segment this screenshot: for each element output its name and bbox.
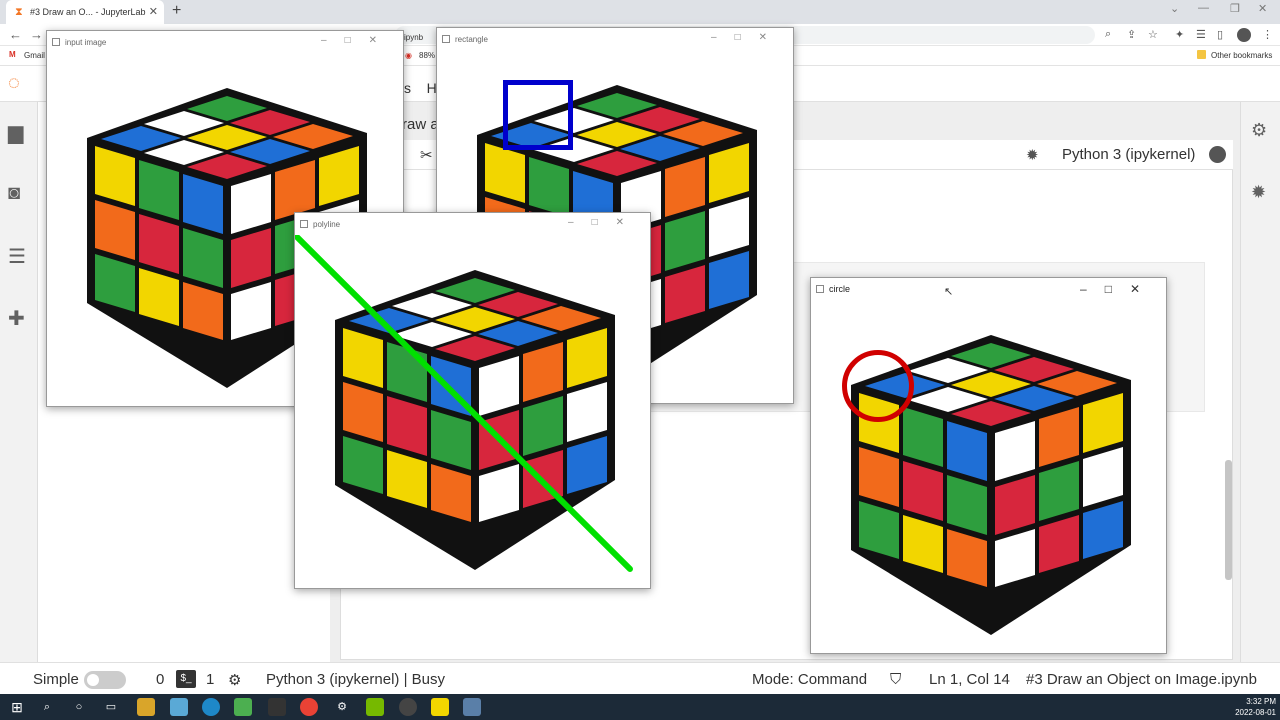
cortana-icon[interactable]: ○ <box>70 698 88 716</box>
browser-tab-title: #3 Draw an O... - JupyterLab <box>30 7 146 17</box>
circle-window[interactable]: circle –□✕ <box>810 277 1167 654</box>
clock-time: 3:32 PM <box>1246 697 1276 706</box>
windows-taskbar <box>0 694 1280 720</box>
windows-start-icon[interactable]: ⊞ <box>8 698 26 716</box>
drawn-polyline <box>295 235 633 572</box>
menu-peek: s H <box>404 80 437 96</box>
settings-icon[interactable]: ⚙ <box>333 698 351 716</box>
browser-tab[interactable]: ⧗ #3 Draw an O... - JupyterLab ✕ <box>6 0 164 24</box>
right-sidebar: ⚙ ✹ <box>1240 102 1280 662</box>
image-canvas <box>811 300 1166 653</box>
jupyter-logo: ◌ <box>8 72 20 94</box>
nvidia-icon[interactable] <box>366 698 384 716</box>
running-icon[interactable]: ◙ <box>8 182 20 205</box>
cursor-position[interactable]: Ln 1, Col 14 <box>929 671 1010 688</box>
sidepanel-icon[interactable]: ▯ <box>1217 28 1223 41</box>
debugger-icon[interactable]: ✹ <box>1251 182 1266 203</box>
window-controls[interactable]: –□✕ <box>711 32 785 43</box>
bookmark-gmail[interactable]: Gmail <box>24 51 45 60</box>
task-view-icon[interactable]: ▭ <box>102 698 120 716</box>
toc-icon[interactable]: ☰ <box>8 244 26 269</box>
folder-icon[interactable]: ▆ <box>8 120 23 145</box>
window-icon <box>300 220 308 228</box>
window-title: rectangle <box>455 34 488 44</box>
notebook-filename: #3 Draw an Object on Image.ipynb <box>1026 671 1257 688</box>
clock-date: 2022-08-01 <box>1235 708 1276 717</box>
obs-icon[interactable] <box>399 698 417 716</box>
bug-icon[interactable]: ✹ <box>1026 146 1039 164</box>
kernel-status-icon <box>1209 146 1226 163</box>
gmail-icon: M <box>9 50 16 59</box>
peek-zoom: 88% <box>419 51 436 60</box>
window-icon <box>52 38 60 46</box>
browser-tab-strip <box>0 0 1280 24</box>
window-title: polyline <box>313 219 341 229</box>
star-icon[interactable]: ☆ <box>1148 28 1158 41</box>
window-titlebar[interactable]: polyline –□✕ <box>295 213 650 235</box>
drawn-rectangle <box>503 80 573 150</box>
python-window-icon[interactable] <box>463 698 481 716</box>
profile-avatar[interactable] <box>1237 28 1251 42</box>
restore-icon[interactable]: ❐ <box>1230 2 1240 15</box>
close-window-icon[interactable]: ✕ <box>1258 2 1267 15</box>
zoom-icon[interactable]: ⌕ <box>1105 28 1111 41</box>
polyline-window[interactable]: polyline –□✕ <box>294 212 651 589</box>
extension-icon[interactable]: ✚ <box>8 306 25 331</box>
window-controls[interactable]: –□✕ <box>1080 282 1158 296</box>
cell-text-peek: raw a <box>402 116 439 133</box>
reading-list-icon[interactable]: ☰ <box>1196 28 1206 41</box>
taskbar-clock[interactable]: 3:32 PM 2022-08-01 <box>1232 696 1276 718</box>
terminal-icon[interactable]: $_ <box>176 670 196 688</box>
command-mode: Mode: Command <box>752 671 868 688</box>
scissors-icon[interactable]: ✂ <box>420 146 433 164</box>
close-tab-icon[interactable]: ✕ <box>149 5 158 18</box>
back-icon[interactable]: ← <box>9 27 22 42</box>
terminal-app-icon[interactable] <box>268 698 286 716</box>
terminal-count[interactable]: 0 <box>156 671 164 688</box>
simple-mode-toggle[interactable] <box>84 671 126 689</box>
kernel-count[interactable]: 1 <box>206 671 214 688</box>
folder-icon <box>1197 50 1206 59</box>
hourglass-icon: ⧗ <box>15 6 23 18</box>
status-bar: Simple 0 $_ 1 ⚙ Python 3 (ipykernel) | B… <box>0 662 1280 694</box>
kakao-icon[interactable] <box>431 698 449 716</box>
app-icon[interactable] <box>170 698 188 716</box>
scrollbar[interactable] <box>1225 460 1232 580</box>
mouse-cursor-icon: ↖ <box>944 286 954 298</box>
window-title: input image <box>65 37 107 47</box>
peek-filename: ipynb <box>404 33 424 42</box>
other-bookmarks[interactable]: Other bookmarks <box>1211 51 1272 60</box>
menu-icon[interactable]: ⋮ <box>1262 28 1273 41</box>
search-icon[interactable]: ⌕ <box>38 698 56 716</box>
window-icon <box>816 285 824 293</box>
minimize-icon[interactable]: ⌄ <box>1170 2 1179 15</box>
kernel-sessions-icon[interactable]: ⚙ <box>228 671 241 689</box>
simple-mode-label: Simple <box>33 671 79 688</box>
power-icon: ◉ <box>405 51 412 60</box>
window-icon <box>442 35 450 43</box>
edge-icon[interactable] <box>202 698 220 716</box>
minimize-window-icon[interactable]: — <box>1198 2 1209 14</box>
kernel-status[interactable]: Python 3 (ipykernel) | Busy <box>266 671 445 688</box>
left-sidebar: ▆ ◙ ☰ ✚ <box>0 102 38 662</box>
window-title: circle <box>829 284 851 294</box>
window-titlebar[interactable]: rectangle –□✕ <box>437 28 793 50</box>
kernel-name[interactable]: Python 3 (ipykernel) <box>1062 146 1195 163</box>
new-tab-button[interactable]: + <box>172 2 181 20</box>
drawn-circle <box>842 350 914 422</box>
image-canvas <box>295 235 650 588</box>
window-titlebar[interactable]: circle –□✕ <box>811 278 1166 300</box>
window-controls[interactable]: –□✕ <box>321 35 395 46</box>
extensions-icon[interactable]: ✦ <box>1175 28 1184 41</box>
chrome-icon[interactable] <box>300 698 318 716</box>
forward-icon[interactable]: → <box>30 27 43 42</box>
property-inspector-icon[interactable]: ⚙ <box>1251 120 1267 141</box>
window-controls[interactable]: –□✕ <box>568 217 642 228</box>
file-explorer-icon[interactable] <box>137 698 155 716</box>
trust-icon[interactable]: ⛉ <box>890 671 901 688</box>
notepad-icon[interactable] <box>234 698 252 716</box>
share-icon[interactable]: ⇪ <box>1127 28 1136 41</box>
menu-peek-s: s <box>404 80 411 96</box>
window-titlebar[interactable]: input image –□✕ <box>47 31 403 53</box>
